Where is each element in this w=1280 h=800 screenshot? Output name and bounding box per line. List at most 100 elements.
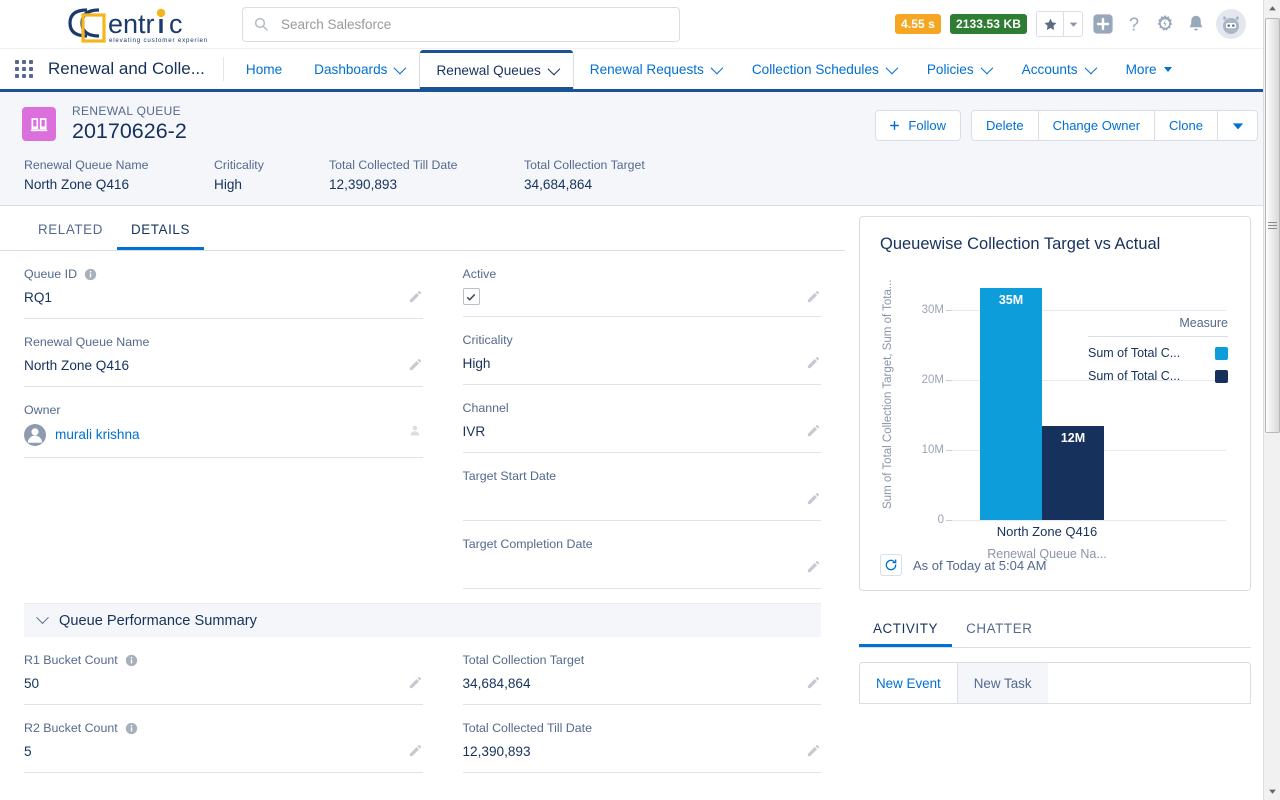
highlight-field-total-collected-till-date: Total Collected Till Date 12,390,893 [329, 158, 524, 192]
global-search[interactable] [242, 7, 680, 42]
info-icon[interactable] [84, 268, 97, 281]
field-label: Owner [24, 403, 61, 417]
activity-tabs: ACTIVITY CHATTER [859, 609, 1251, 648]
y-tick-label: 10M [922, 444, 944, 456]
nav-item-label: Home [246, 62, 282, 77]
plus-icon[interactable] [1092, 13, 1114, 35]
new-event-button[interactable]: New Event [860, 663, 958, 703]
highlight-field-value: High [214, 177, 329, 192]
field-value: 12,390,893 [463, 744, 807, 761]
edit-pencil-icon[interactable] [806, 423, 821, 438]
search-icon [253, 16, 269, 32]
field-r1-bucket-count: R1 Bucket Count 50 [24, 637, 423, 705]
edit-pencil-icon[interactable] [806, 289, 821, 304]
delete-button[interactable]: Delete [971, 110, 1039, 141]
legend-item[interactable]: Sum of Total C... [1088, 369, 1228, 383]
new-task-button[interactable]: New Task [958, 663, 1048, 703]
nav-item-more[interactable]: More [1110, 49, 1188, 89]
record-header: RENEWAL QUEUE 20170626-2 Follow Delete C… [0, 92, 1280, 206]
app-launcher-icon [15, 60, 33, 78]
chevron-down-icon [1084, 61, 1097, 74]
edit-pencil-icon[interactable] [408, 743, 423, 758]
question-mark-icon[interactable]: ? [1123, 13, 1145, 35]
info-icon[interactable] [125, 722, 138, 735]
details-right-column: Active Criticality High [423, 251, 822, 589]
scroll-down-arrow-icon[interactable] [1264, 783, 1280, 800]
right-sidebar: Queuewise Collection Target vs Actual Su… [845, 206, 1265, 704]
edit-pencil-icon[interactable] [806, 743, 821, 758]
tab-activity[interactable]: ACTIVITY [859, 609, 952, 647]
more-actions-button[interactable] [1218, 110, 1258, 141]
nav-item-policies[interactable]: Policies [911, 49, 1006, 89]
active-checkbox[interactable] [463, 288, 480, 305]
nav-item-renewal-requests[interactable]: Renewal Requests [574, 49, 736, 89]
bar-sum-of-total-collected[interactable]: 12M [1042, 426, 1104, 520]
edit-pencil-icon[interactable] [806, 675, 821, 690]
global-header: entr c elevating customer experiences 4.… [0, 0, 1280, 49]
nav-item-collection-schedules[interactable]: Collection Schedules [736, 49, 911, 89]
follow-button[interactable]: Follow [875, 110, 961, 141]
owner-link[interactable]: murali krishna [55, 427, 140, 444]
refresh-icon[interactable] [880, 554, 902, 576]
tab-details[interactable]: DETAILS [117, 206, 204, 250]
change-owner-icon[interactable] [408, 423, 423, 438]
summary-field-grid: R1 Bucket Count 50 R2 Buck [0, 637, 845, 773]
legend-title: Measure [1088, 316, 1228, 337]
field-r2-bucket-count: R2 Bucket Count 5 [24, 705, 423, 773]
nav-item-list: Home Dashboards Renewal Queues Renewal R… [224, 49, 1188, 89]
field-owner: Owner murali krishna [24, 387, 423, 458]
field-value [463, 492, 807, 509]
clone-button[interactable]: Clone [1155, 110, 1218, 141]
edit-pencil-icon[interactable] [408, 357, 423, 372]
change-owner-button[interactable]: Change Owner [1039, 110, 1155, 141]
star-icon[interactable] [1036, 11, 1063, 37]
scroll-up-arrow-icon[interactable] [1264, 0, 1280, 17]
page-scrollbar[interactable] [1263, 0, 1280, 800]
nav-item-label: Renewal Queues [436, 63, 540, 78]
scrollbar-thumb[interactable] [1265, 18, 1280, 433]
centric-logo[interactable]: entr c elevating customer experiences [56, 2, 208, 46]
field-label: Total Collection Target [463, 653, 585, 667]
edit-pencil-icon[interactable] [408, 289, 423, 304]
details-field-grid: Queue ID RQ1 Renewal Queue Name [0, 251, 845, 589]
legend-item[interactable]: Sum of Total C... [1088, 346, 1228, 360]
nav-item-renewal-queues[interactable]: Renewal Queues [419, 51, 573, 89]
bar-sum-of-total-collection-target[interactable]: 35M [980, 288, 1042, 520]
field-value: 50 [24, 676, 408, 693]
highlight-field-label: Total Collection Target [524, 158, 724, 172]
delete-button-label: Delete [986, 118, 1024, 133]
field-label: R1 Bucket Count [24, 653, 118, 667]
edit-pencil-icon[interactable] [408, 675, 423, 690]
scrollbar-grip-icon [1268, 220, 1277, 231]
bell-icon[interactable] [1185, 13, 1207, 35]
field-value: High [463, 356, 807, 373]
app-launcher-button[interactable] [0, 49, 48, 89]
nav-item-label: Accounts [1022, 62, 1078, 77]
nav-item-accounts[interactable]: Accounts [1006, 49, 1110, 89]
search-input[interactable] [281, 17, 669, 32]
edit-pencil-icon[interactable] [806, 491, 821, 506]
tab-related[interactable]: RELATED [24, 206, 117, 250]
gear-icon[interactable] [1154, 13, 1176, 35]
app-name[interactable]: Renewal and Colle... [48, 49, 223, 89]
tab-chatter[interactable]: CHATTER [952, 609, 1046, 647]
info-icon[interactable] [125, 654, 138, 667]
edit-pencil-icon[interactable] [806, 355, 821, 370]
x-tick-label: North Zone Q416 [952, 524, 1142, 539]
section-queue-performance-summary[interactable]: Queue Performance Summary [24, 603, 821, 637]
svg-text:entr: entr [108, 9, 155, 39]
user-avatar[interactable] [1216, 9, 1246, 39]
activity-action-bar: New Event New Task [859, 662, 1251, 704]
chevron-down-icon [394, 61, 407, 74]
field-value: IVR [463, 424, 807, 441]
edit-pencil-icon[interactable] [806, 559, 821, 574]
favorites-chevron-down-icon[interactable] [1063, 11, 1083, 37]
avatar [24, 424, 46, 446]
nav-item-label: Collection Schedules [752, 62, 879, 77]
bar-chart[interactable]: Sum of Total Collection Target, Sum of T… [880, 268, 1230, 540]
chart-y-axis-label: Sum of Total Collection Target, Sum of T… [882, 268, 894, 520]
nav-item-home[interactable]: Home [230, 49, 298, 89]
svg-text:?: ? [1129, 13, 1139, 34]
nav-item-dashboards[interactable]: Dashboards [298, 49, 419, 89]
field-active: Active [463, 251, 822, 317]
